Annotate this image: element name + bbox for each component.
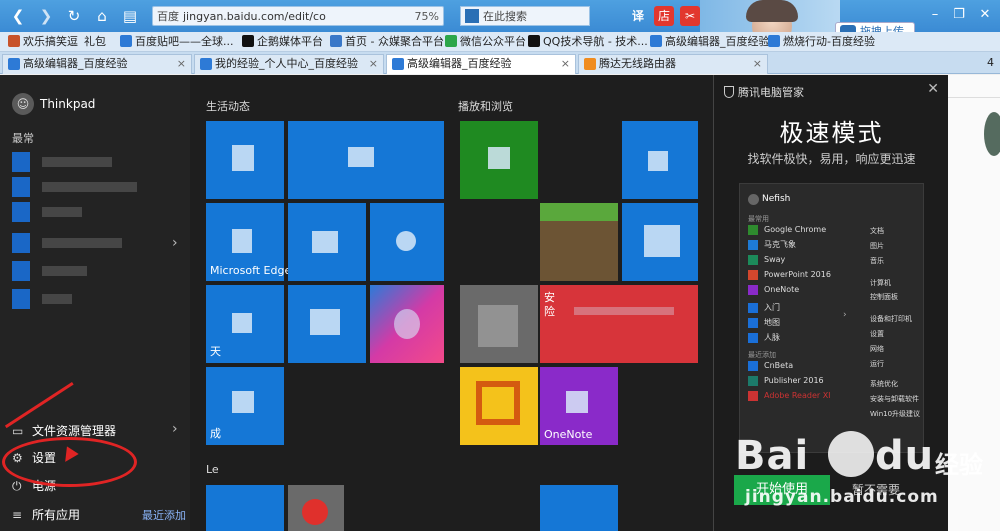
tab-close-icon[interactable]: × [177,55,186,73]
app-tile[interactable] [288,203,366,281]
back-icon[interactable]: ❮ [8,6,28,26]
app-tile[interactable] [370,285,444,363]
bookmark-item[interactable]: 百度贴吧——全球... [120,35,234,49]
edge-tile[interactable]: Microsoft Edge [206,203,291,281]
url-text: jingyan.baidu.com/edit/co [183,9,326,23]
avatar [984,112,1000,156]
screen: ❮ ❯ ↻ ⌂ ▤ 百度 jingyan.baidu.com/edit/co 7… [0,0,1000,531]
not-now-button[interactable]: 暂不需要 [852,481,900,498]
tab[interactable]: 我的经验_个人中心_百度经验 × [194,54,384,74]
bookmark-item[interactable]: 欢乐搞笑逗 [8,35,78,49]
app-tile[interactable] [206,121,284,199]
shop-icon[interactable]: 店 [654,6,674,26]
app-item[interactable] [12,177,182,197]
tile-group-heading: 生活动态 [206,100,250,113]
weather-tile[interactable]: 天 [206,285,284,363]
panel-headline: 极速模式 [779,119,884,147]
close-icon[interactable]: ✕ [976,6,994,24]
app-item[interactable] [12,289,182,309]
preview-image: Nefish 最常用 Google Chrome › 马克飞象 Sway Pow… [739,183,924,453]
reader-icon[interactable]: ▤ [120,6,140,26]
app-tile[interactable] [460,285,538,363]
app-tile[interactable] [540,485,618,531]
file-explorer-item[interactable]: ▭ 文件资源管理器 [12,421,182,441]
preview-user: Nefish [748,194,790,205]
search-input[interactable]: 在此搜索 [460,6,590,26]
app-tile[interactable] [288,121,444,199]
power-icon: ⏻ [12,479,22,493]
bookmark-item[interactable]: 首页 - 众媒聚合平台 [330,35,444,49]
tab-active[interactable]: 高级编辑器_百度经验 × [386,54,576,74]
photos-tile[interactable]: 成 [206,367,284,445]
search-engine-icon[interactable] [465,9,479,23]
chevron-right-icon[interactable]: › [172,235,178,251]
url-prefix: 百度 [157,10,179,23]
panel-title: 腾讯电脑管家 [724,84,804,100]
bookmark-item[interactable]: 燃烧行动-百度经验 [768,35,875,49]
recently-added-badge: 最近添加 [142,509,186,522]
app-tile[interactable] [460,367,538,445]
list-icon: ≡ [12,508,23,522]
promo-panel: 腾讯电脑管家 ✕ 极速模式 找软件极快，易用，响应更迅速 Nefish 最常用 … [713,75,948,531]
translate-icon[interactable]: 译 [628,6,648,26]
tab-close-icon[interactable]: × [561,55,570,73]
app-tile[interactable] [370,203,444,281]
tools-icon[interactable]: ✂ [680,6,700,26]
bookmark-item[interactable]: QQ技术导航 - 技术... [528,35,648,49]
folder-icon: ▭ [12,424,24,438]
tab-strip: 高级编辑器_百度经验 × 我的经验_个人中心_百度经验 × 高级编辑器_百度经验 × … [0,52,1000,74]
bookmark-item[interactable]: 企鹅媒体平台 [242,35,323,49]
start-using-button[interactable]: 开始使用 [734,475,830,505]
search-placeholder: 在此搜索 [483,10,527,23]
tab-close-icon[interactable]: × [753,55,762,73]
address-bar[interactable]: 百度 jingyan.baidu.com/edit/co 75% [152,6,444,26]
forward-icon[interactable]: ❯ [36,6,56,26]
most-used-heading: 最常 [12,132,34,145]
app-item[interactable] [12,233,182,253]
app-item[interactable] [12,152,182,172]
app-tile[interactable] [622,203,698,281]
tile-group-heading: Le [206,463,219,476]
store-tile[interactable]: 安 险 [540,285,698,363]
shield-icon [724,86,734,98]
app-tile[interactable] [622,121,698,199]
user-account[interactable]: ☺ Thinkpad [12,93,95,115]
tab[interactable]: 腾达无线路由器 × [578,54,768,74]
bookmark-item[interactable]: 微信公众平台 [445,35,526,49]
close-icon[interactable]: ✕ [927,81,939,97]
restore-icon[interactable]: ❐ [950,6,968,24]
app-tile[interactable] [288,285,366,363]
app-item[interactable] [12,202,182,222]
bookmarks-bar: 欢乐搞笑逗 礼包 百度贴吧——全球... 企鹅媒体平台 首页 - 众媒聚合平台 … [0,32,1000,52]
tab-close-icon[interactable]: × [369,55,378,73]
game-tile[interactable] [540,203,618,281]
zoom-level[interactable]: 75% [415,10,439,23]
bookmark-item[interactable]: 高级编辑器_百度经验 [650,35,770,49]
tab[interactable]: 高级编辑器_百度经验 × [2,54,192,74]
tab-count: 4 [987,56,994,69]
app-tile[interactable] [288,485,344,531]
app-tile[interactable] [460,121,538,199]
app-tile[interactable] [206,485,284,531]
minimize-icon[interactable]: – [926,6,944,24]
chevron-right-icon[interactable]: › [172,421,178,437]
app-item[interactable] [12,261,182,281]
refresh-icon[interactable]: ↻ [64,6,84,26]
user-avatar-icon: ☺ [12,93,34,115]
tile-group-heading: 播放和浏览 [458,100,513,113]
bookmark-item[interactable]: 礼包 [84,35,106,49]
panel-subline: 找软件极快，易用，响应更迅速 [747,152,916,166]
home-icon[interactable]: ⌂ [92,6,112,26]
onenote-tile[interactable]: OneNote [540,367,618,445]
